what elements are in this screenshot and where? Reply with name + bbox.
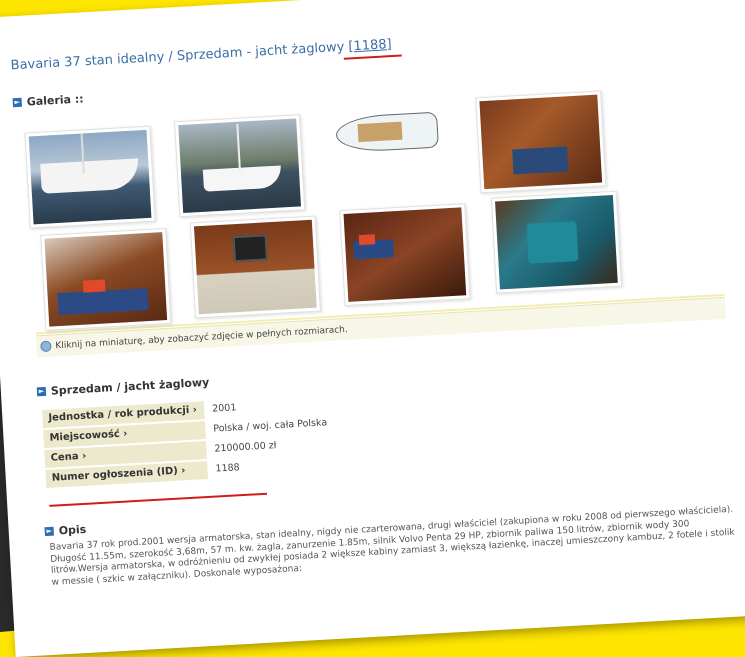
highlight-underline: [49, 492, 268, 507]
section-arrow-icon: ►: [12, 97, 23, 108]
description-heading-label: Opis: [58, 522, 87, 538]
thumb-8[interactable]: [490, 190, 622, 294]
info-value: 2001: [211, 402, 237, 415]
thumb-3[interactable]: [323, 102, 451, 159]
listing-page: Bavaria 37 stan idealny / Sprzedam - jac…: [0, 0, 745, 657]
info-value: Polska / woj. cała Polska: [213, 417, 328, 435]
photo-boat-exterior: [28, 129, 152, 225]
photo-deck-plan: [326, 105, 448, 156]
gallery-heading-label: Galeria ::: [26, 92, 84, 109]
photo-cabin-bunk: [44, 232, 168, 327]
thumb-1[interactable]: [24, 125, 156, 229]
info-heading-label: Sprzedam / jacht żaglowy: [50, 375, 210, 398]
thumb-6[interactable]: [189, 215, 321, 319]
magnifier-icon: [40, 340, 52, 353]
photo-cabin-table: [343, 207, 467, 302]
thumb-5[interactable]: [40, 227, 172, 331]
info-value: 210000.00 zł: [214, 440, 277, 455]
gallery-heading: ► Galeria ::: [12, 92, 84, 109]
description-heading: ► Opis: [44, 522, 87, 538]
info-value: 1188: [215, 462, 241, 475]
photo-engine: [495, 194, 618, 290]
photo-boat-marina: [178, 118, 302, 213]
gallery: [23, 79, 725, 335]
info-heading: ► Sprzedam / jacht żaglowy: [36, 375, 210, 399]
thumb-4[interactable]: [475, 90, 607, 194]
page-title: Bavaria 37 stan idealny / Sprzedam - jac…: [10, 17, 745, 78]
title-id-link[interactable]: [1188]: [348, 37, 392, 54]
section-arrow-icon: ►: [36, 386, 47, 397]
title-text: Bavaria 37 stan idealny / Sprzedam - jac…: [10, 39, 349, 74]
section-arrow-icon: ►: [44, 526, 55, 537]
photo-nav-station: [193, 219, 317, 315]
description-text: Bavaria 37 rok prod.2001 wersja armators…: [49, 503, 745, 589]
thumb-2[interactable]: [174, 114, 306, 218]
photo-cabin-saloon: [479, 94, 603, 190]
thumb-7[interactable]: [339, 203, 471, 307]
